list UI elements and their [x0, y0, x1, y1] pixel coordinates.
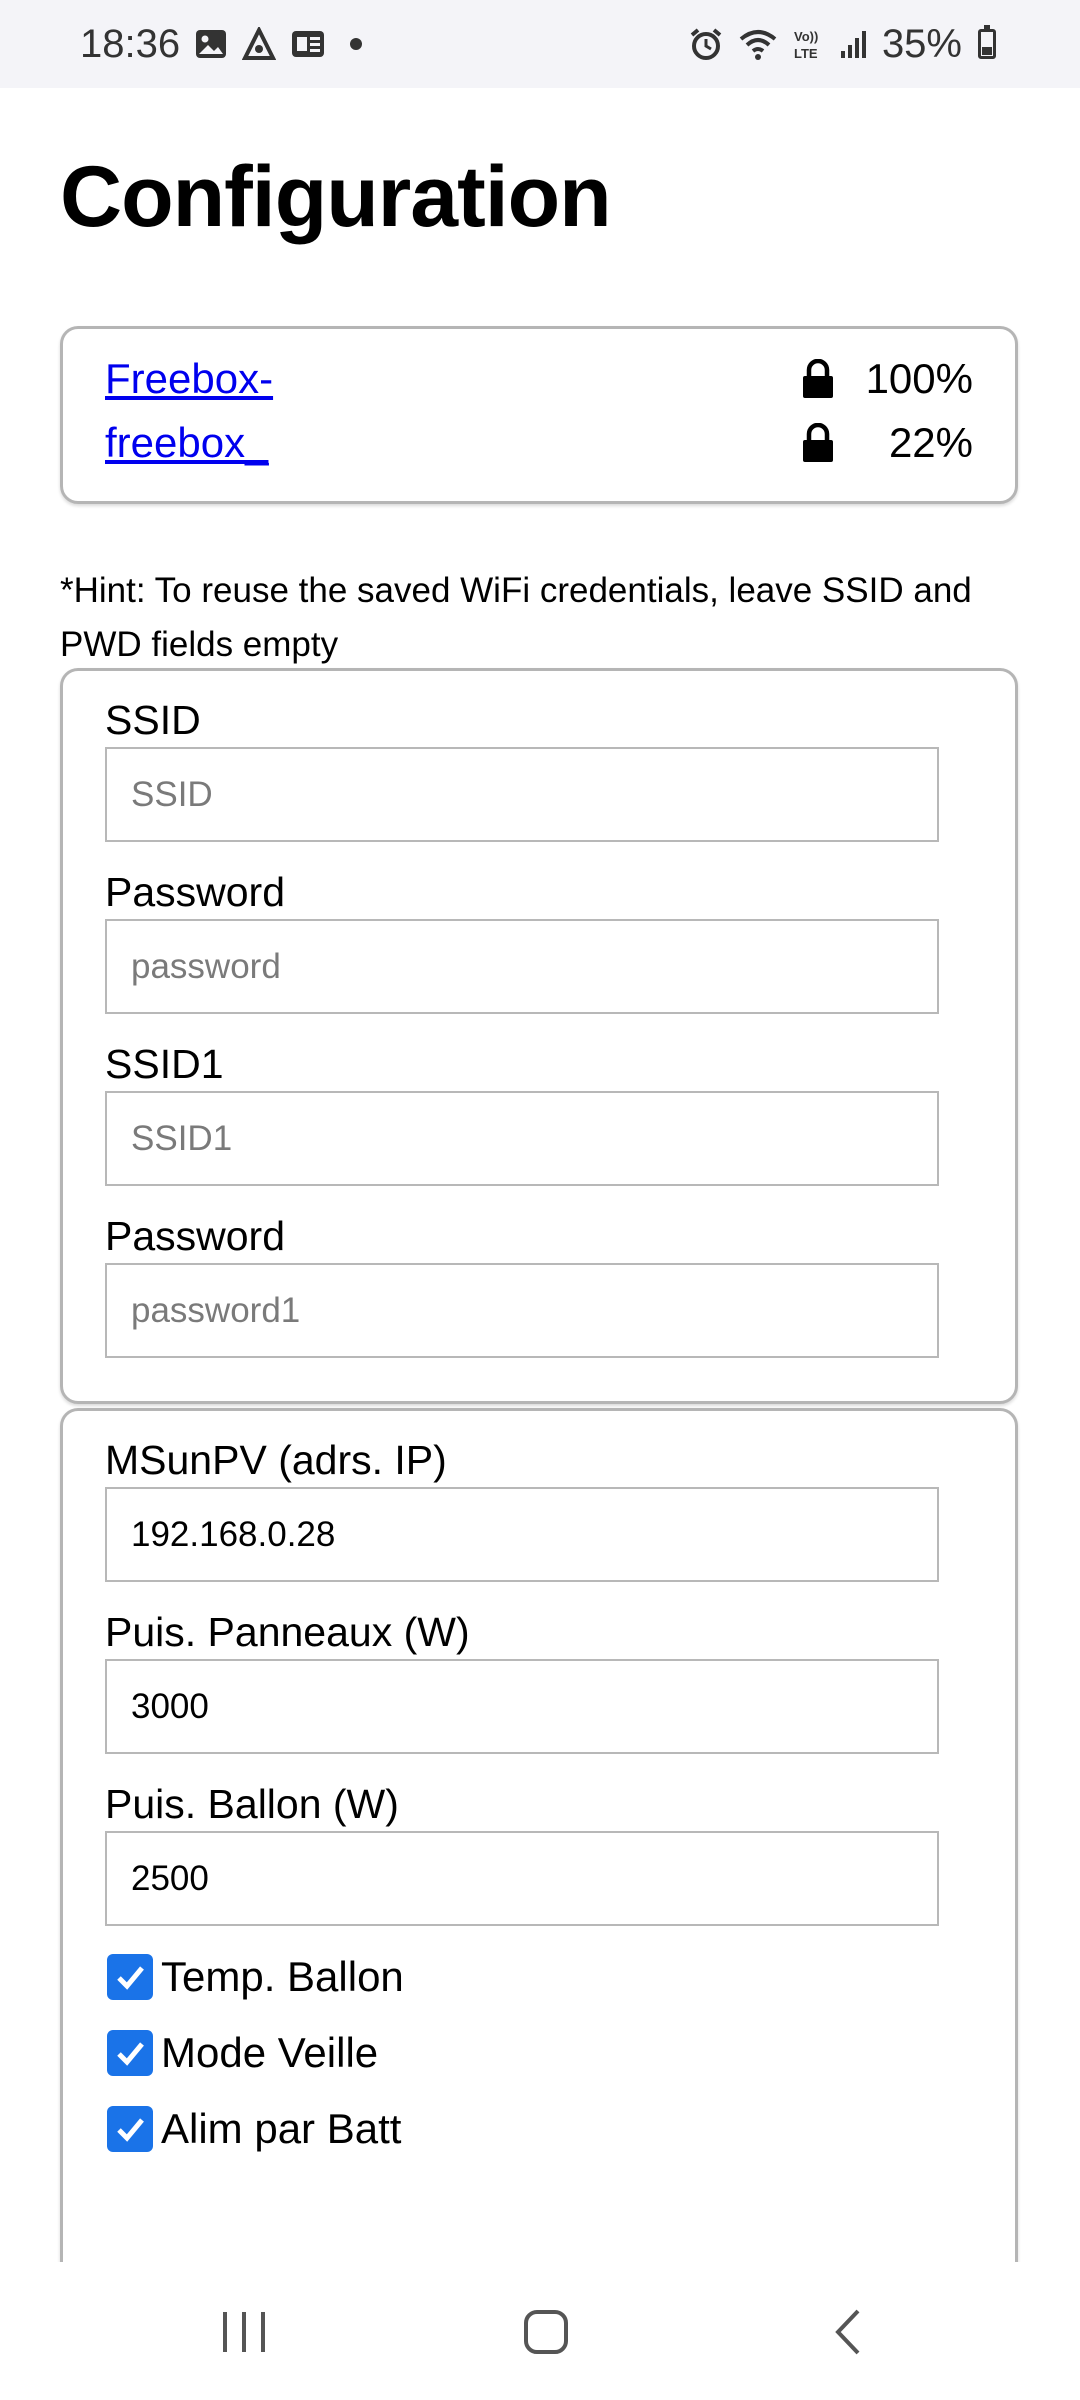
temp-ballon-option[interactable]: Temp. Ballon: [107, 1953, 404, 2001]
mode-veille-option[interactable]: Mode Veille: [107, 2029, 378, 2077]
wifi-network-list: Freebox- 100% freebox_ 22%: [60, 326, 1018, 504]
network-strength: 22%: [888, 419, 973, 466]
password-label: Password: [105, 869, 286, 915]
mode-veille-checkbox[interactable]: [107, 2030, 153, 2076]
lock-icon: [803, 423, 833, 462]
checkmark-icon: [117, 1966, 144, 1990]
alim-batt-label: Alim par Batt: [161, 2105, 402, 2152]
recent-apps-button[interactable]: [204, 2292, 284, 2372]
page-content[interactable]: Configuration Freebox- 100% freebox_ 22%…: [0, 88, 1080, 2262]
ssid-input[interactable]: [105, 747, 939, 842]
image-icon: [194, 27, 228, 61]
back-icon: [835, 2309, 860, 2355]
hint-text: *Hint: To reuse the saved WiFi credentia…: [60, 571, 972, 664]
alim-batt-option[interactable]: Alim par Batt: [107, 2105, 401, 2153]
password1-label: Password: [105, 1213, 286, 1259]
ssid1-input[interactable]: [105, 1091, 939, 1186]
clock: 18:36: [80, 21, 181, 66]
svg-text:Vo)): Vo)): [794, 29, 818, 44]
password-input[interactable]: [105, 919, 939, 1014]
mode-veille-label: Mode Veille: [161, 2029, 379, 2076]
status-bar-left: 18:36: [80, 21, 363, 67]
news-icon: [290, 27, 326, 61]
signal-icon: [840, 29, 868, 59]
battery-icon: [978, 25, 996, 59]
network-row[interactable]: Freebox- 100%: [105, 349, 973, 409]
ssid1-label: SSID1: [105, 1041, 224, 1087]
svg-text:LTE: LTE: [794, 46, 818, 61]
page-title: Configuration: [60, 149, 612, 245]
battery-percent: 35%: [881, 21, 962, 66]
network-strength: 100%: [865, 355, 973, 402]
ssid-label: SSID: [105, 697, 201, 743]
back-button[interactable]: [808, 2292, 888, 2372]
status-bar: 18:36 Vo)) LTE 35%: [0, 0, 1080, 88]
temp-ballon-checkbox[interactable]: [107, 1954, 153, 2000]
panels-power-input[interactable]: [105, 1659, 939, 1754]
alim-batt-checkbox[interactable]: [107, 2106, 153, 2152]
tank-power-input[interactable]: [105, 1831, 939, 1926]
wifi-icon: [738, 27, 778, 61]
navigation-bar: [0, 2262, 1080, 2400]
temp-ballon-label: Temp. Ballon: [161, 1953, 404, 2000]
ip-address-input[interactable]: [105, 1487, 939, 1582]
notification-dot-icon: [350, 38, 363, 50]
status-bar-right: Vo)) LTE 35%: [688, 22, 996, 67]
tank-power-label: Puis. Ballon (W): [105, 1781, 399, 1827]
app-icon: [242, 27, 277, 61]
alarm-icon: [688, 26, 724, 62]
panels-power-label: Puis. Panneaux (W): [105, 1609, 470, 1655]
ip-address-label: MSunPV (adrs. IP): [105, 1437, 447, 1483]
wifi-credentials-group: SSID Password SSID1 Password: [60, 668, 1018, 1404]
device-settings-group: MSunPV (adrs. IP) Puis. Panneaux (W) Pui…: [60, 1408, 1018, 2262]
checkmark-icon: [117, 2042, 144, 2066]
lock-icon: [803, 359, 833, 398]
password1-input[interactable]: [105, 1263, 939, 1358]
home-icon: [524, 2310, 568, 2354]
network-ssid-link[interactable]: Freebox-: [105, 355, 273, 403]
network-row[interactable]: freebox_ 22%: [105, 413, 973, 473]
recent-apps-icon: [223, 2312, 265, 2352]
volte-icon: Vo)) LTE: [792, 27, 826, 61]
checkmark-icon: [117, 2118, 144, 2142]
home-button[interactable]: [506, 2292, 586, 2372]
network-ssid-link[interactable]: freebox_: [105, 419, 268, 467]
